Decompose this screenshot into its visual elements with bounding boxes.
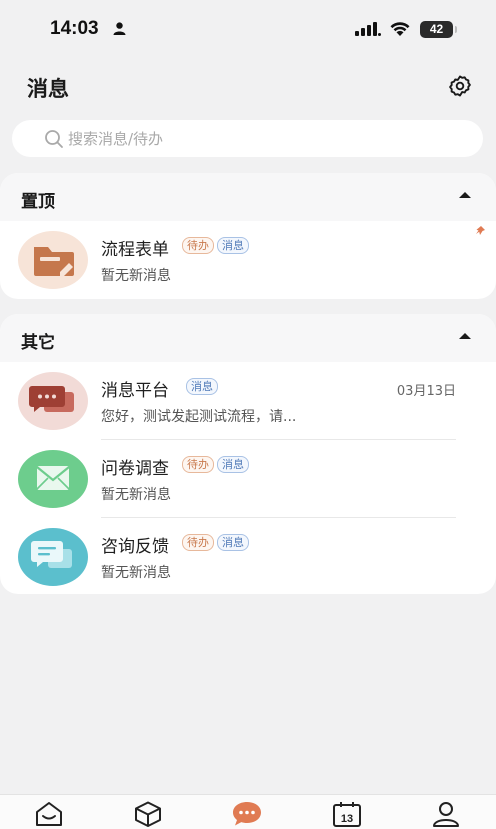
item-date: 03月13日 xyxy=(396,384,456,399)
list-item-process-form[interactable]: 流程表单 待办 消息 暂无新消息 xyxy=(0,221,496,299)
tag-group: 消息 xyxy=(186,378,218,395)
page-title: 消息 xyxy=(27,77,69,101)
collapse-caret-icon[interactable] xyxy=(458,191,472,199)
search-bar[interactable] xyxy=(12,120,483,157)
pinned-section-header[interactable]: 置顶 xyxy=(0,173,496,221)
wifi-icon xyxy=(390,22,410,36)
signal-icon xyxy=(355,22,381,36)
item-name: 咨询反馈 xyxy=(101,537,169,557)
item-name: 问卷调查 xyxy=(101,459,169,479)
todo-tag: 待办 xyxy=(182,237,214,254)
home-icon[interactable] xyxy=(34,801,64,827)
search-input[interactable] xyxy=(68,129,448,148)
status-time: 14:03 xyxy=(50,18,99,39)
item-subtitle: 暂无新消息 xyxy=(101,565,171,581)
section-title: 其它 xyxy=(21,333,55,353)
list-item-message-platform[interactable]: 消息平台 消息 03月13日 您好，测试发起测试流程，请... xyxy=(0,362,496,440)
bottom-tab-bar: 13 xyxy=(0,794,496,829)
messages-icon[interactable] xyxy=(232,801,262,827)
calendar-day-label: 13 xyxy=(341,813,353,825)
feedback-icon xyxy=(31,541,72,568)
person-status-icon xyxy=(113,22,126,35)
message-tag: 消息 xyxy=(217,456,249,473)
envelope-icon xyxy=(36,466,70,490)
search-icon xyxy=(45,129,63,148)
todo-tag: 待办 xyxy=(182,534,214,551)
section-title: 置顶 xyxy=(21,192,55,212)
box-icon[interactable] xyxy=(133,801,163,827)
message-platform-avatar xyxy=(18,372,88,430)
message-tag: 消息 xyxy=(217,237,249,254)
others-section: 其它 消息平台 消息 03月13日 您好，测试发起测试流程，请... 问卷调查 … xyxy=(0,314,496,594)
item-subtitle: 您好，测试发起测试流程，请... xyxy=(101,409,297,425)
chat-bubbles-icon xyxy=(29,386,74,412)
consult-feedback-avatar xyxy=(18,528,88,586)
collapse-caret-icon[interactable] xyxy=(458,332,472,340)
others-section-header[interactable]: 其它 xyxy=(0,314,496,362)
item-name: 流程表单 xyxy=(101,240,169,260)
folder-icon xyxy=(34,247,74,276)
pinned-section: 置顶 流程表单 待办 消息 暂无新消息 xyxy=(0,173,496,299)
tag-group: 待办 消息 xyxy=(182,456,249,473)
list-item-consult-feedback[interactable]: 咨询反馈 待办 消息 暂无新消息 xyxy=(0,518,496,594)
message-tag: 消息 xyxy=(217,534,249,551)
list-item-survey[interactable]: 问卷调查 待办 消息 暂无新消息 xyxy=(0,440,496,518)
item-subtitle: 暂无新消息 xyxy=(101,268,171,284)
process-form-avatar xyxy=(18,231,88,289)
pin-icon xyxy=(476,226,485,235)
settings-gear-icon[interactable] xyxy=(448,74,472,98)
battery-indicator: 42 xyxy=(420,21,457,38)
tag-group: 待办 消息 xyxy=(182,534,249,551)
survey-avatar xyxy=(18,450,88,508)
tag-group: 待办 消息 xyxy=(182,237,249,254)
item-subtitle: 暂无新消息 xyxy=(101,487,171,503)
status-bar: 14:03 42 xyxy=(0,0,496,60)
calendar-icon[interactable]: 13 xyxy=(332,801,362,827)
todo-tag: 待办 xyxy=(182,456,214,473)
item-name: 消息平台 xyxy=(101,381,169,401)
profile-icon[interactable] xyxy=(431,801,461,827)
message-tag: 消息 xyxy=(186,378,218,395)
